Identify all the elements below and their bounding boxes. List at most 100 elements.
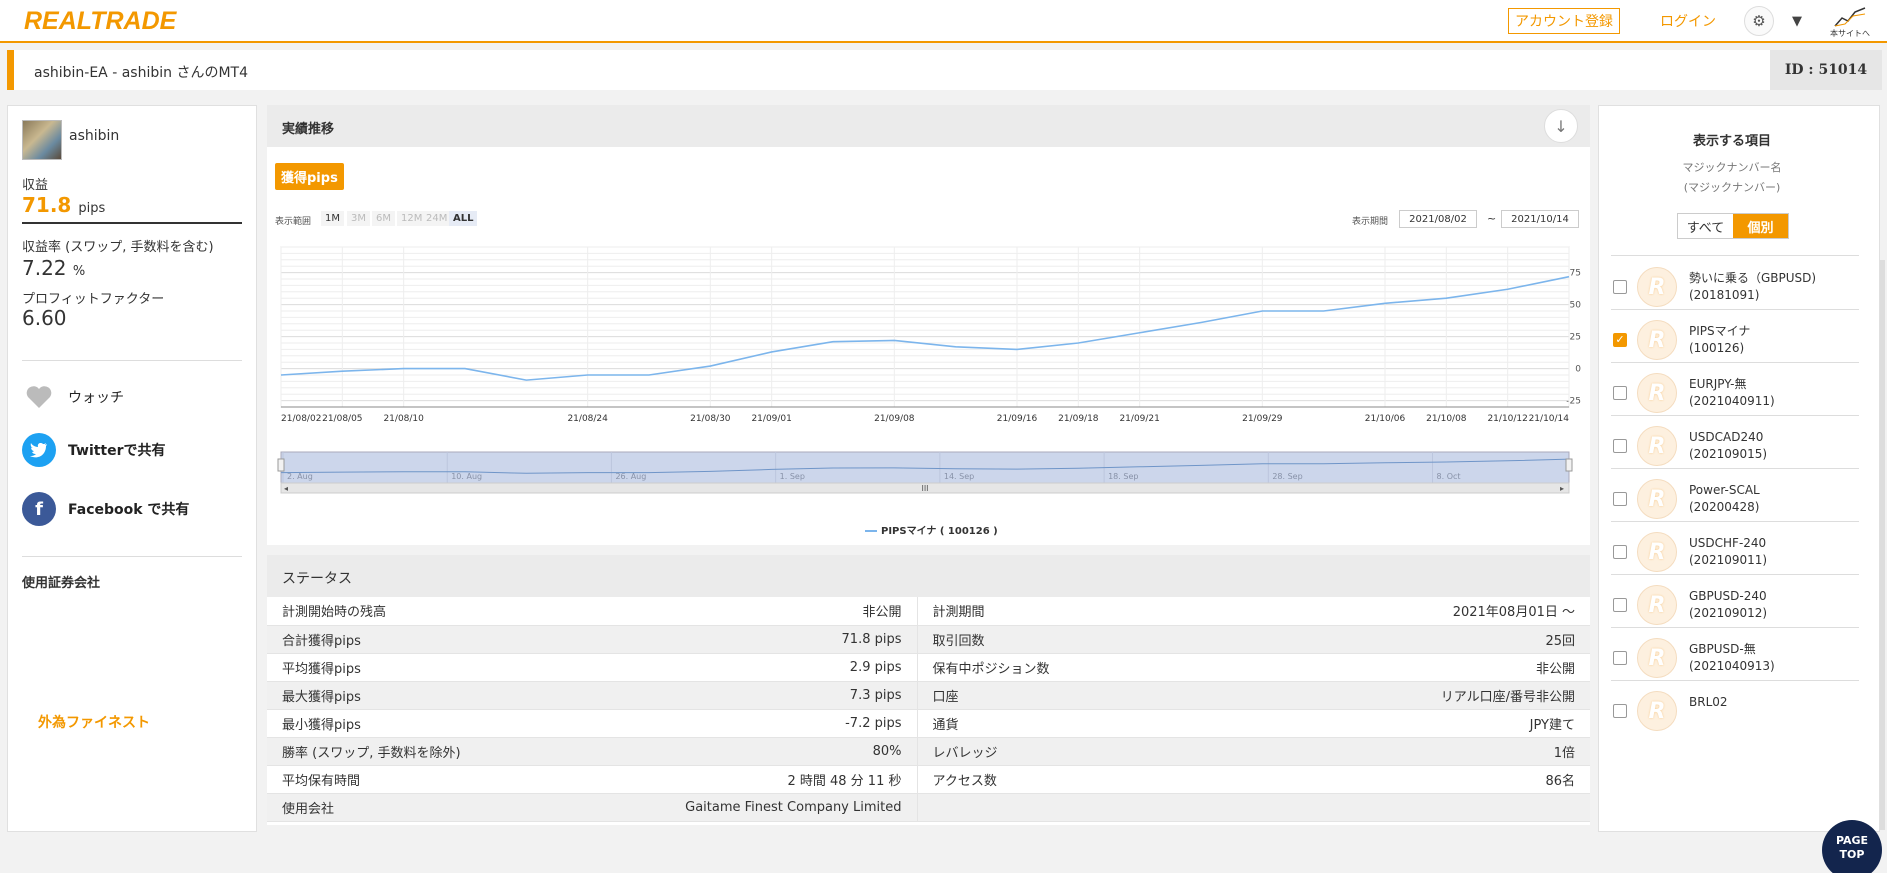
ea-logo-icon: R bbox=[1637, 532, 1677, 572]
status-row: 合計獲得pips 71.8 pips 取引回数 25回 bbox=[267, 625, 1590, 654]
ea-name: GBPUSD-240 (202109012) bbox=[1689, 588, 1767, 622]
x-tick-label: 21/10/08 bbox=[1426, 414, 1467, 424]
ea-magic-number: (202109012) bbox=[1689, 606, 1768, 620]
performance-header: 実績推移 ↓ bbox=[267, 105, 1590, 147]
display-mode-toggle[interactable]: すべて 個別 bbox=[1677, 213, 1789, 239]
ea-name: USDCAD240 (202109015) bbox=[1689, 429, 1767, 463]
ea-checkbox[interactable]: ✓ bbox=[1613, 333, 1627, 347]
range-6m-button[interactable]: 6M bbox=[372, 211, 395, 226]
page-top-button[interactable]: PAGE TOP bbox=[1822, 820, 1882, 873]
realtrade-logo[interactable]: REALTRADE bbox=[24, 7, 176, 35]
to-date-input[interactable]: 2021/10/14 bbox=[1501, 210, 1579, 228]
range-1m-button[interactable]: 1M bbox=[321, 211, 344, 226]
twitter-share-button[interactable]: Twitterで共有 bbox=[22, 433, 166, 467]
magic-number-label: (マジックナンバー) bbox=[1683, 181, 1781, 194]
ea-checkbox[interactable] bbox=[1613, 704, 1627, 718]
status-value: 非公開 bbox=[1247, 653, 1590, 682]
navigator-label: 26. Aug bbox=[615, 472, 646, 481]
performance-panel: 実績推移 ↓ 獲得pips 表示範囲 1M 3M 6M 12M 24M ALL … bbox=[267, 105, 1590, 545]
broker-label: 使用証券会社 bbox=[22, 576, 101, 591]
x-tick-label: 21/08/24 bbox=[567, 414, 608, 424]
ea-name: Power-SCAL (20200428) bbox=[1689, 482, 1760, 516]
ea-checkbox[interactable] bbox=[1613, 545, 1627, 559]
ea-checkbox[interactable] bbox=[1613, 386, 1627, 400]
login-button[interactable]: ログイン bbox=[1652, 8, 1724, 34]
main-site-link[interactable]: 本サイトへ bbox=[1826, 3, 1874, 39]
toggle-all[interactable]: すべて bbox=[1678, 214, 1733, 238]
status-title: ステータス bbox=[282, 571, 352, 587]
ea-name: USDCHF-240 (202109011) bbox=[1689, 535, 1767, 569]
y-tick-label: 50 bbox=[1570, 301, 1582, 311]
profit-label: 収益 bbox=[22, 178, 49, 193]
status-table: 計測開始時の残高 非公開 計測期間 2021年08月01日 ～合計獲得pips 71.8… bbox=[267, 597, 1590, 822]
ea-id-label: ID : 51014 bbox=[1770, 50, 1882, 90]
status-key: 口座 bbox=[917, 681, 1247, 710]
ea-name: EURJPY-無 (2021040911) bbox=[1689, 376, 1775, 410]
heart-icon bbox=[22, 380, 56, 414]
ea-title: BRL02 bbox=[1689, 695, 1728, 709]
legend-label: PIPSマイナ ( 100126 ) bbox=[881, 525, 998, 537]
status-row: 平均保有時間 2 時間 48 分 11 秒アクセス数 86名 bbox=[267, 765, 1590, 794]
ea-logo-icon: R bbox=[1637, 373, 1677, 413]
page-top-line2: TOP bbox=[1839, 848, 1865, 861]
range-3m-button[interactable]: 3M bbox=[347, 211, 370, 226]
x-tick-label: 21/09/01 bbox=[751, 414, 791, 424]
navigator-label: 28. Sep bbox=[1272, 472, 1302, 481]
status-row: 平均獲得pips 2.9 pips 保有中ポジション数 非公開 bbox=[267, 653, 1590, 682]
watch-button[interactable]: ウォッチ bbox=[22, 380, 124, 414]
ea-name: BRL02 bbox=[1689, 694, 1728, 711]
ea-checkbox[interactable] bbox=[1613, 598, 1627, 612]
main-site-label: 本サイトへ bbox=[1830, 29, 1870, 38]
ea-logo-icon: R bbox=[1637, 426, 1677, 466]
period-label: 表示期間 bbox=[1352, 217, 1389, 227]
ea-checkbox[interactable] bbox=[1613, 439, 1627, 453]
status-key: 平均保有時間 bbox=[267, 765, 597, 794]
status-value: 71.8 pips bbox=[597, 625, 918, 654]
facebook-share-label: Facebook で共有 bbox=[68, 502, 190, 518]
x-tick-label: 21/09/08 bbox=[874, 414, 915, 424]
from-date-input[interactable]: 2021/08/02 bbox=[1399, 210, 1477, 228]
ea-checkbox[interactable] bbox=[1613, 280, 1627, 294]
y-tick-label: 25 bbox=[1570, 333, 1581, 343]
yield-label: 収益率 (スワップ, 手数料を含む) bbox=[22, 240, 214, 255]
display-items-title: 表示する項目 bbox=[1692, 134, 1771, 149]
pips-badge[interactable]: 獲得pips bbox=[275, 163, 344, 190]
ea-title: GBPUSD-無 bbox=[1689, 642, 1756, 656]
range-24m-button[interactable]: 24M bbox=[422, 211, 452, 226]
x-tick-label: 21/08/02 bbox=[281, 414, 321, 424]
ea-logo-icon: R bbox=[1637, 479, 1677, 519]
navigator-label: 18. Sep bbox=[1108, 472, 1138, 481]
avatar[interactable] bbox=[22, 120, 62, 160]
status-row: 最大獲得pips 7.3 pips 口座 リアル口座/番号非公開 bbox=[267, 681, 1590, 710]
ea-checkbox[interactable] bbox=[1613, 492, 1627, 506]
username[interactable]: ashibin bbox=[69, 128, 119, 144]
y-tick-label: 75 bbox=[1570, 269, 1581, 279]
display-items-panel: 表示する項目 マジックナンバー名 (マジックナンバー) すべて 個別 R 勢いに乗… bbox=[1598, 105, 1880, 832]
yield-value: 7.22 % bbox=[22, 256, 86, 280]
broker-link[interactable]: 外為ファイネスト bbox=[38, 712, 150, 732]
ea-magic-number: (20200428) bbox=[1689, 500, 1760, 514]
ea-checkbox[interactable] bbox=[1613, 651, 1627, 665]
scroll-right-arrow: ▸ bbox=[1560, 484, 1564, 493]
date-separator: ~ bbox=[1487, 212, 1497, 225]
scrollbar[interactable] bbox=[1880, 260, 1885, 830]
ea-logo-icon: R bbox=[1637, 691, 1677, 731]
ea-logo-icon: R bbox=[1637, 585, 1677, 625]
status-value: JPY建て bbox=[1247, 709, 1590, 738]
navigator-label: 14. Sep bbox=[944, 472, 974, 481]
navigator-label: 10. Aug bbox=[451, 472, 482, 481]
download-icon[interactable]: ↓ bbox=[1544, 109, 1578, 143]
ea-name: PIPSマイナ (100126) bbox=[1689, 323, 1750, 357]
chevron-down-icon[interactable]: ▼ bbox=[1784, 6, 1810, 36]
account-register-button[interactable]: アカウント登録 bbox=[1508, 8, 1620, 34]
ea-logo-icon: R bbox=[1637, 267, 1677, 307]
page-title: ashibin-EA - ashibin さんのMT4 bbox=[34, 65, 248, 81]
ea-magic-number: (202109015) bbox=[1689, 447, 1768, 461]
navigator-label: 1. Sep bbox=[780, 472, 805, 481]
gear-icon[interactable]: ⚙ bbox=[1744, 6, 1774, 36]
range-all-button[interactable]: ALL bbox=[449, 211, 478, 226]
status-value: 25回 bbox=[1247, 625, 1590, 654]
toggle-individual[interactable]: 個別 bbox=[1733, 214, 1788, 238]
ea-list-item[interactable]: R BRL02 bbox=[1613, 680, 1863, 742]
facebook-share-button[interactable]: f Facebook で共有 bbox=[22, 492, 189, 526]
